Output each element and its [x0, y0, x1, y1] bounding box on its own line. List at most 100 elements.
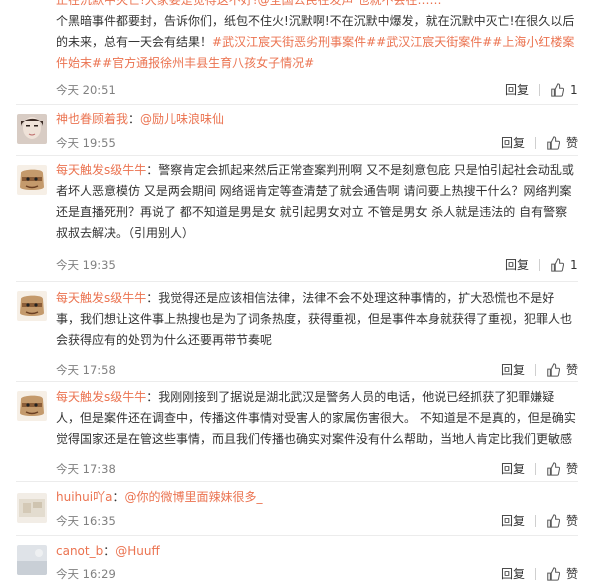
comment-line: 正在沉默中灭亡!大家要是觉得这不好!@全国公民在发声 也就不会在…… — [56, 0, 442, 7]
comment-text: 正在沉默中灭亡!大家要是觉得这不好!@全国公民在发声 也就不会在…… 个黑暗事件… — [56, 0, 586, 74]
action-divider — [534, 462, 536, 475]
thumbs-up-icon[interactable] — [546, 566, 560, 581]
reply-button[interactable]: 回复 — [501, 361, 525, 378]
comment-item: 每天触发s级牛牛：我刚刚接到了据说是湖北武汉是警务人员的电话，他说已经抓获了犯罪… — [0, 382, 594, 481]
comment-time: 今天 16:35 — [56, 514, 116, 528]
comment-line: 的未来，总有一天会有结果！#武汉江宸天街恶劣刑事案件##武汉江宸天街案件##上海… — [56, 32, 586, 53]
comment-item: 正在沉默中灭亡!大家要是觉得这不好!@全国公民在发声 也就不会在…… 个黑暗事件… — [0, 0, 594, 104]
username-link[interactable]: huihui吖a — [56, 490, 112, 504]
username-link[interactable]: 每天触发s级牛牛 — [56, 390, 146, 404]
thumbs-up-icon[interactable] — [546, 362, 560, 377]
comment-line-text: 警察肯定会抓起来然后正常查案判刑啊 又不是刻意包庇 只是怕引起社会动乱或 — [158, 163, 574, 177]
action-divider — [539, 83, 540, 96]
like-label[interactable]: 赞 — [566, 565, 578, 582]
comment-text: 每天触发s级牛牛：我觉得还是应该相信法律，法律不会不处理这种事情的，扩大恐慌也不… — [56, 288, 586, 351]
reply-button[interactable]: 回复 — [501, 134, 525, 151]
comment-text: 每天触发s级牛牛：我刚刚接到了据说是湖北武汉是警务人员的电话，他说已经抓获了犯罪… — [56, 387, 586, 450]
comment-item: 每天触发s级牛牛：我觉得还是应该相信法律，法律不会不处理这种事情的，扩大恐慌也不… — [0, 282, 594, 382]
comment-text: 每天触发s级牛牛：警察肯定会抓起来然后正常查案判刑啊 又不是刻意包庇 只是怕引起… — [56, 160, 586, 244]
hashtag-link[interactable]: #武汉江宸天街案件# — [376, 35, 492, 49]
comment-item: canot_b：@Huuff 今天 16:29 回复 赞 — [0, 536, 594, 583]
avatar[interactable] — [17, 165, 47, 195]
avatar[interactable] — [17, 114, 47, 144]
comment-actions: 回复 赞 — [501, 460, 578, 477]
comment-line: 个黑暗事件都要封，告诉你们，纸包不住火!沉默啊!不在沉默中爆发，就在沉默中灭亡!… — [56, 14, 575, 28]
thumbs-up-icon[interactable] — [546, 461, 560, 476]
comment-line: 人，但是案件还在调查中，传播这件事情对受害人的家属伤害很大。 不知道是不是真的，… — [56, 411, 576, 425]
mention-link[interactable]: @励儿味浪味仙 — [140, 112, 224, 126]
reply-button[interactable]: 回复 — [501, 565, 525, 582]
comment-line-text: 我刚刚接到了据说是湖北武汉是警务人员的电话，他说已经抓获了犯罪嫌疑 — [158, 390, 555, 404]
comment-actions: 回复 赞 — [501, 361, 578, 378]
comment-line: 者坏人恶意模仿 又是两会期间 网络谣肯定等查清楚了就会通告啊 请问要上热搜干什么… — [56, 184, 572, 198]
comment-line: 还是直播死刑？再说了 都不知道是男是女 就引起男女对立 不管是男女 杀人就是违法… — [56, 205, 568, 219]
colon: ： — [103, 544, 116, 558]
comment-time: 今天 16:29 — [56, 567, 116, 581]
comment-text: canot_b：@Huuff — [56, 541, 586, 562]
like-label[interactable]: 赞 — [566, 134, 578, 151]
thumbs-up-icon[interactable] — [550, 257, 564, 272]
like-count: 1 — [570, 257, 578, 272]
username-link[interactable]: 每天触发s级牛牛 — [56, 163, 146, 177]
comment-actions: 回复 赞 — [501, 512, 578, 529]
action-divider — [534, 567, 536, 580]
username-link[interactable]: canot_b — [56, 544, 103, 558]
reply-button[interactable]: 回复 — [505, 256, 529, 273]
comment-text: 神也眷顾着我：@励儿味浪味仙 — [56, 109, 586, 130]
comment-time: 今天 19:55 — [56, 136, 116, 150]
reply-button[interactable]: 回复 — [501, 460, 525, 477]
comment-line-text: 的未来，总有一天会有结果！ — [56, 35, 213, 49]
comment-time: 今天 17:38 — [56, 462, 116, 476]
action-divider — [534, 136, 536, 149]
comment-text: huihui吖a：@你的微博里面辣妹很多_ — [56, 487, 586, 508]
comment-line: 事，我们想让这件事上热搜也是为了词条热度，获得重视，但是事件本身就获得了重视，犯… — [56, 312, 573, 326]
colon: ： — [146, 291, 159, 305]
comment-actions: 回复 1 — [505, 81, 578, 98]
avatar[interactable] — [17, 545, 47, 575]
hashtag-link[interactable]: #上海小红楼案 — [492, 35, 574, 49]
comment-time: 今天 17:58 — [56, 363, 116, 377]
mention-link[interactable]: @你的微博里面辣妹很多_ — [124, 490, 262, 504]
colon: ： — [112, 490, 125, 504]
action-divider — [539, 258, 540, 271]
thumbs-up-icon[interactable] — [546, 135, 560, 150]
like-label[interactable]: 赞 — [566, 512, 578, 529]
comment-item: 神也眷顾着我：@励儿味浪味仙 今天 19:55 回复 赞 — [0, 105, 594, 154]
avatar[interactable] — [17, 291, 47, 321]
colon: ： — [146, 163, 159, 177]
username-link[interactable]: 每天触发s级牛牛 — [56, 291, 146, 305]
action-divider — [534, 363, 536, 376]
comment-line: 叔叔去解决。（引用别人） — [56, 226, 195, 240]
like-count: 1 — [570, 82, 578, 97]
comment-time: 今天 20:51 — [56, 83, 116, 97]
hashtag-link[interactable]: 件始末# — [56, 56, 102, 70]
avatar[interactable] — [17, 493, 47, 523]
username-link[interactable]: 神也眷顾着我 — [56, 112, 128, 126]
comment-time: 今天 19:35 — [56, 258, 116, 272]
comment-line: 每天触发s级牛牛：我觉得还是应该相信法律，法律不会不处理这种事情的，扩大恐慌也不… — [56, 288, 586, 309]
like-label[interactable]: 赞 — [566, 460, 578, 477]
comment-line: 会获得应有的处罚为什么还要再带节奏呢 — [56, 333, 273, 347]
comment-actions: 回复 赞 — [501, 565, 578, 582]
comment-line: 每天触发s级牛牛：我刚刚接到了据说是湖北武汉是警务人员的电话，他说已经抓获了犯罪… — [56, 387, 586, 408]
comment-line: 每天触发s级牛牛：警察肯定会抓起来然后正常查案判刑啊 又不是刻意包庇 只是怕引起… — [56, 160, 586, 181]
colon: ： — [146, 390, 159, 404]
comment-item: huihui吖a：@你的微博里面辣妹很多_ 今天 16:35 回复 赞 — [0, 482, 594, 535]
comment-line-text: 我觉得还是应该相信法律，法律不会不处理这种事情的，扩大恐慌也不是好 — [158, 291, 555, 305]
like-label[interactable]: 赞 — [566, 361, 578, 378]
thumbs-up-icon[interactable] — [550, 82, 564, 97]
comment-actions: 回复 赞 — [501, 134, 578, 151]
comment-line: 件始末##官方通报徐州丰县生育八孩女子情况# — [56, 53, 586, 74]
thumbs-up-icon[interactable] — [546, 513, 560, 528]
comment-line: 觉得国家还是在管这些事情，而且我们传播也确实对案件没有什么帮助，当地人肯定比我们… — [56, 432, 573, 446]
reply-button[interactable]: 回复 — [505, 81, 529, 98]
reply-button[interactable]: 回复 — [501, 512, 525, 529]
comment-actions: 回复 1 — [505, 256, 578, 273]
colon: ： — [128, 112, 141, 126]
hashtag-link[interactable]: #官方通报徐州丰县生育八孩女子情况# — [102, 56, 314, 70]
action-divider — [534, 514, 536, 527]
comment-item: 每天触发s级牛牛：警察肯定会抓起来然后正常查案判刑啊 又不是刻意包庇 只是怕引起… — [0, 156, 594, 280]
hashtag-link[interactable]: #武汉江宸天街恶劣刑事案件# — [212, 35, 376, 49]
mention-link[interactable]: @Huuff — [115, 544, 160, 558]
avatar[interactable] — [17, 391, 47, 421]
